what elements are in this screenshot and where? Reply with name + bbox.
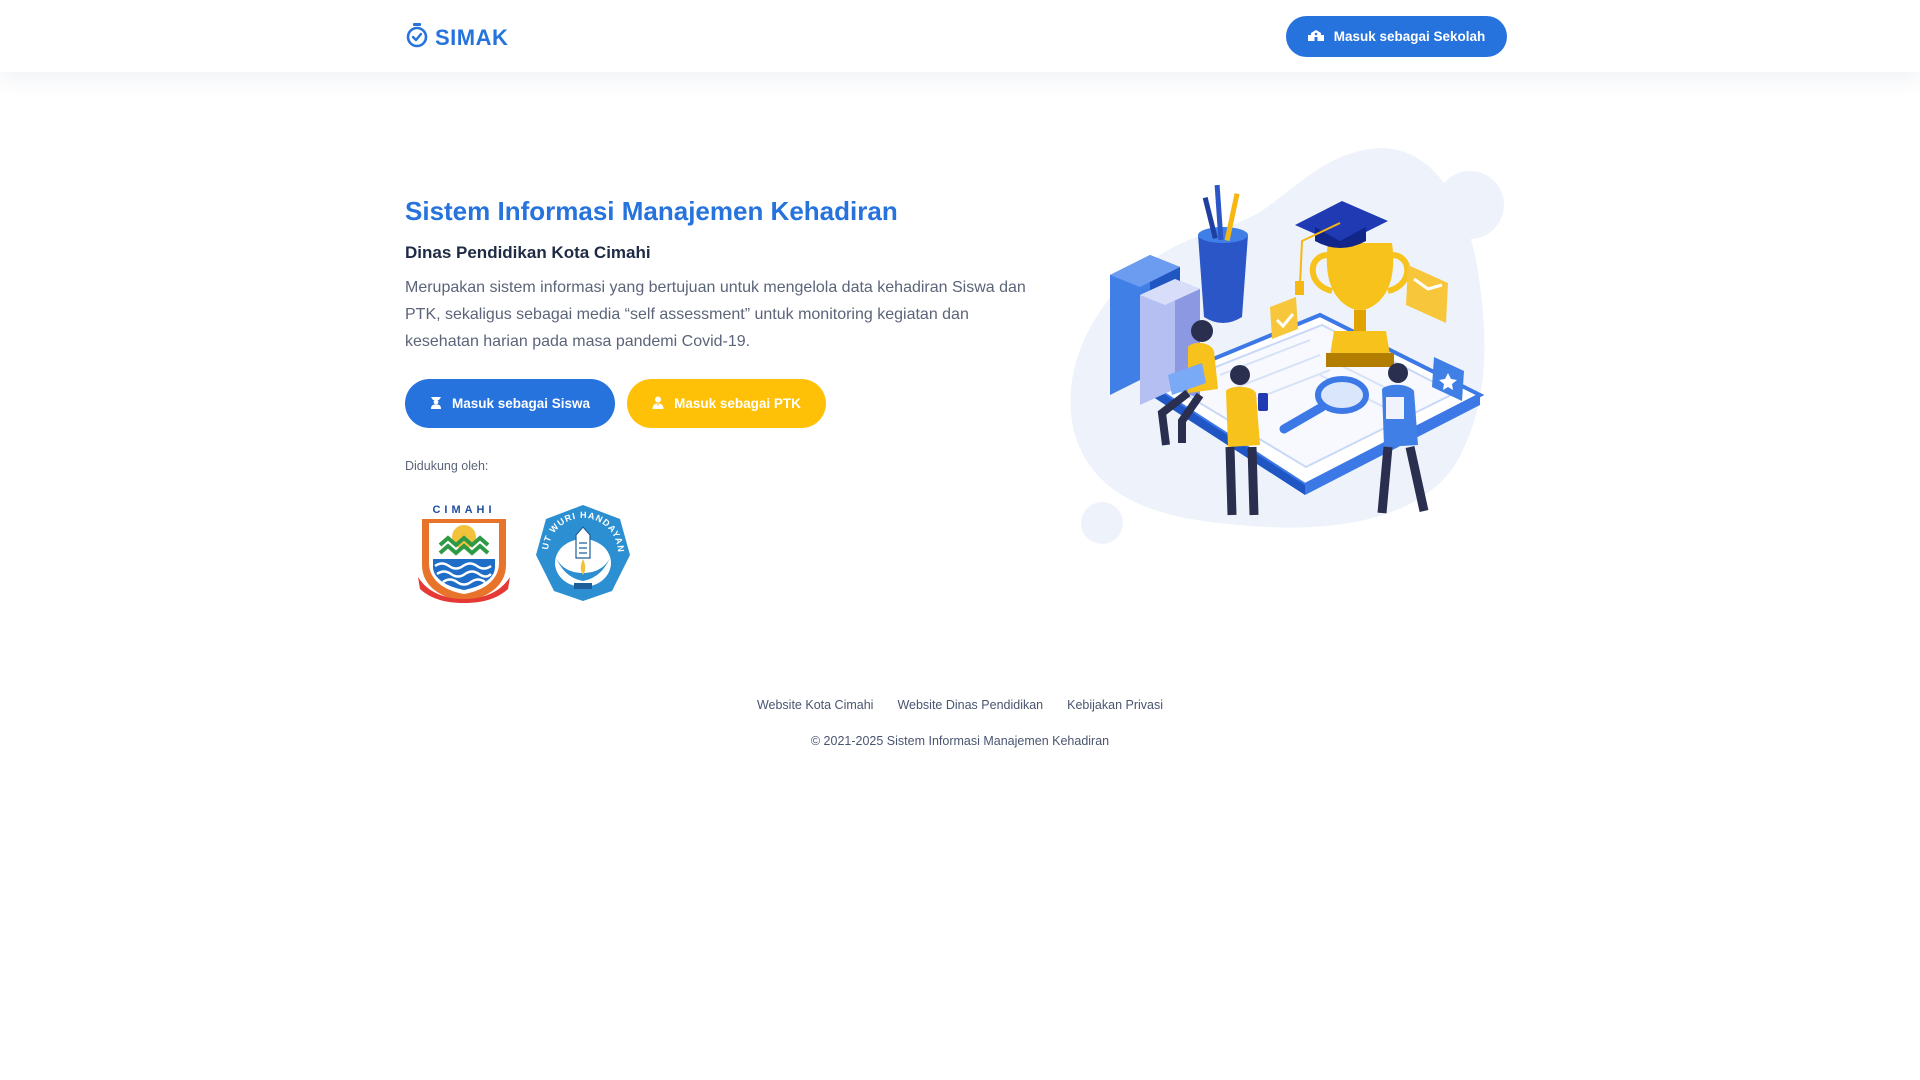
page-subtitle: Dinas Pendidikan Kota Cimahi — [405, 243, 651, 262]
tut-wuri-handayani-emblem: TUT WURI HANDAYANI — [531, 495, 632, 608]
hero-illustration — [1070, 145, 1520, 560]
brand-logo[interactable]: SIMAK — [405, 22, 508, 53]
svg-text:CIMAHI: CIMAHI — [432, 504, 495, 516]
page-description: Merupakan sistem informasi yang bertujua… — [405, 279, 1026, 350]
supported-by-label: Didukung oleh: — [405, 459, 489, 473]
school-login-label: Masuk sebagai Sekolah — [1333, 29, 1486, 44]
footer-links: Website Kota Cimahi Website Dinas Pendid… — [0, 698, 1920, 712]
student-icon — [430, 396, 442, 412]
footer-link-dinas-pendidikan[interactable]: Website Dinas Pendidikan — [897, 698, 1043, 712]
stopwatch-check-icon — [405, 22, 429, 53]
school-building-icon — [1307, 29, 1324, 45]
page-title: Sistem Informasi Manajemen Kehadiran — [405, 196, 898, 226]
footer-link-kota-cimahi[interactable]: Website Kota Cimahi — [757, 698, 874, 712]
top-navbar: SIMAK Masuk sebagai Sekolah — [0, 0, 1920, 72]
ptk-login-button[interactable]: Masuk sebagai PTK — [627, 379, 826, 428]
footer-link-privacy-policy[interactable]: Kebijakan Privasi — [1067, 698, 1163, 712]
teacher-icon — [652, 396, 664, 412]
school-login-button[interactable]: Masuk sebagai Sekolah — [1286, 16, 1507, 57]
copyright-text: © 2021-2025 Sistem Informasi Manajemen K… — [810, 734, 1110, 748]
cimahi-city-emblem: CIMAHI — [416, 503, 512, 608]
ptk-login-label: Masuk sebagai PTK — [674, 396, 801, 411]
brand-name: SIMAK — [435, 24, 509, 50]
student-login-button[interactable]: Masuk sebagai Siswa — [405, 379, 615, 428]
student-login-label: Masuk sebagai Siswa — [451, 396, 591, 411]
